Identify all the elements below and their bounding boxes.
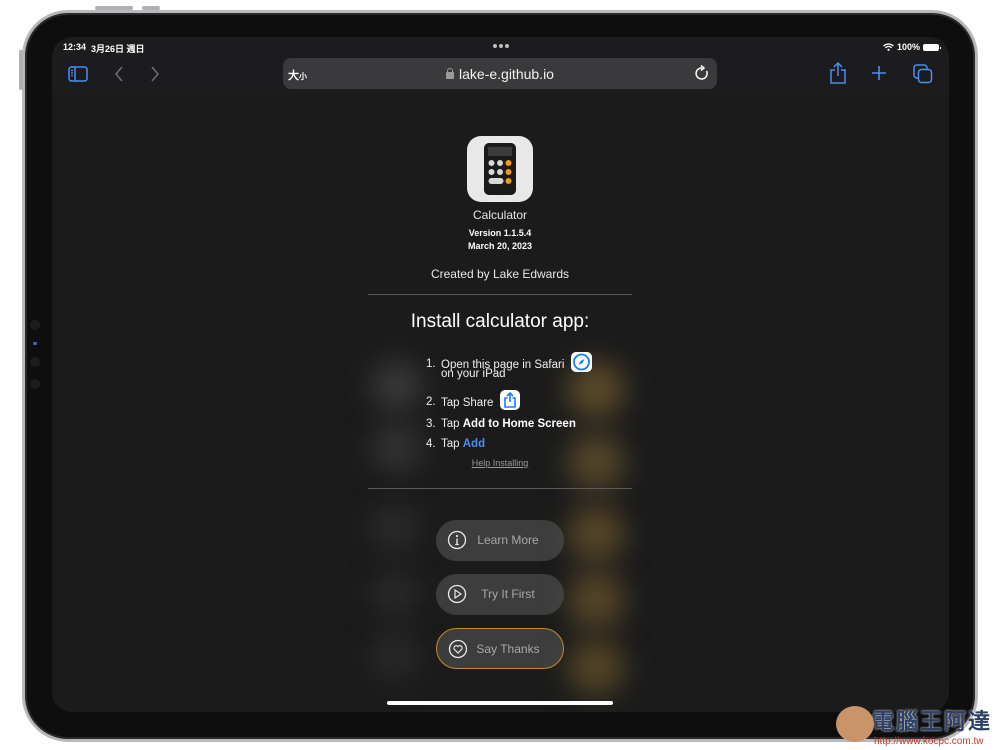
divider bbox=[368, 294, 632, 295]
calculator-app-icon bbox=[467, 136, 533, 202]
screen: 12:34 3月26日 週日 100% 大小 lake-e.github.io bbox=[52, 37, 949, 712]
top-button bbox=[142, 6, 160, 10]
safari-toolbar: 大小 lake-e.github.io bbox=[52, 55, 949, 93]
button-label: Learn More bbox=[477, 533, 539, 547]
install-steps: 1. Open this page in Safari on your iPad… bbox=[426, 352, 592, 458]
url-text: lake-e.github.io bbox=[459, 66, 554, 82]
battery-percent: 100% bbox=[896, 42, 920, 52]
status-time: 12:34 bbox=[63, 42, 87, 52]
multitasking-dots[interactable] bbox=[493, 44, 509, 48]
watermark-url: http://www.kocpc.com.tw bbox=[874, 736, 984, 747]
camera-indicator bbox=[33, 342, 37, 345]
top-button bbox=[95, 6, 133, 10]
status-date: 3月26日 週日 bbox=[91, 44, 145, 54]
step-link-text: Add bbox=[462, 438, 486, 450]
step-text: Tap bbox=[441, 418, 463, 430]
try-it-first-button[interactable]: Try It First bbox=[436, 574, 564, 615]
bg-blur bbox=[372, 505, 418, 551]
learn-more-button[interactable]: Learn More bbox=[436, 520, 564, 561]
bg-blur bbox=[567, 505, 625, 563]
chevron-left-icon[interactable] bbox=[114, 66, 124, 82]
divider bbox=[368, 488, 632, 489]
plus-icon[interactable] bbox=[871, 65, 887, 81]
button-label: Say Thanks bbox=[476, 642, 540, 656]
step-3: 3. Tap Add to Home Screen bbox=[426, 418, 592, 438]
step-4: 4. Tap Add bbox=[426, 438, 592, 458]
sidebar-icon[interactable] bbox=[68, 66, 88, 82]
address-bar[interactable]: 大小 lake-e.github.io bbox=[283, 58, 717, 89]
tabs-icon[interactable] bbox=[913, 64, 933, 84]
step-number: 2. bbox=[426, 396, 436, 408]
bezel-sensors bbox=[28, 320, 42, 401]
wifi-icon bbox=[883, 43, 894, 51]
side-button bbox=[19, 50, 23, 90]
status-bar: 12:34 3月26日 週日 100% bbox=[52, 37, 949, 55]
bg-blur bbox=[567, 638, 625, 696]
step-1: 1. Open this page in Safari on your iPad bbox=[426, 352, 592, 394]
app-release-date: March 20, 2023 bbox=[467, 241, 533, 251]
say-thanks-button[interactable]: Say Thanks bbox=[436, 628, 564, 669]
battery-icon bbox=[923, 43, 941, 51]
bg-blur bbox=[372, 633, 418, 679]
app-name: Calculator bbox=[472, 208, 528, 222]
step-text: Tap Share bbox=[441, 397, 494, 410]
bg-blur bbox=[372, 361, 422, 411]
watermark-title: 電腦王阿達 bbox=[872, 709, 993, 734]
step-number: 1. bbox=[426, 358, 436, 370]
bg-blur bbox=[567, 571, 625, 629]
web-page: Calculator Version 1.1.5.4 March 20, 202… bbox=[52, 93, 949, 712]
install-title: Install calculator app: bbox=[410, 311, 590, 332]
lock-icon bbox=[446, 68, 455, 79]
step-bold-text: Add to Home Screen bbox=[462, 418, 576, 430]
step-text: Tap bbox=[441, 438, 463, 450]
share-icon bbox=[499, 390, 520, 410]
reload-icon[interactable] bbox=[694, 65, 710, 82]
button-label: Try It First bbox=[481, 587, 535, 601]
chevron-right-icon[interactable] bbox=[150, 66, 160, 82]
step-number: 4. bbox=[426, 438, 436, 450]
mascot-face-icon bbox=[836, 706, 874, 742]
home-indicator[interactable] bbox=[387, 701, 613, 705]
help-installing-link[interactable]: Help Installing bbox=[368, 458, 632, 468]
bg-blur bbox=[372, 571, 418, 617]
share-icon[interactable] bbox=[829, 62, 847, 84]
watermark: 電腦王阿達 http://www.kocpc.com.tw bbox=[832, 700, 1000, 750]
step-number: 3. bbox=[426, 418, 436, 430]
step-2: 2. Tap Share bbox=[426, 390, 592, 418]
safari-compass-icon bbox=[570, 352, 592, 372]
app-version: Version 1.1.5.4 bbox=[468, 228, 532, 238]
app-creator: Created by Lake Edwards bbox=[430, 267, 570, 281]
